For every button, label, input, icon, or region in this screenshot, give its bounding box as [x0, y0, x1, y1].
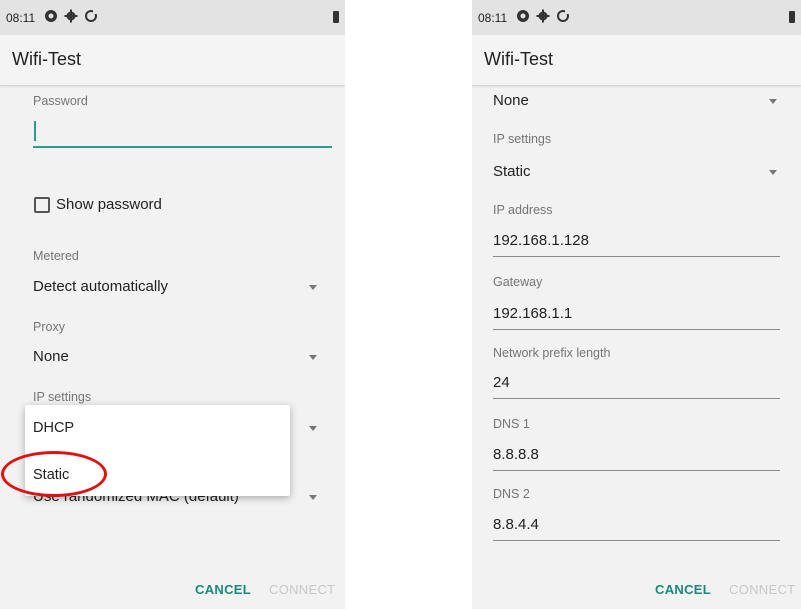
battery-icon [333, 11, 339, 23]
prefix-length-value: 24 [493, 374, 510, 391]
text-cursor [34, 121, 36, 141]
highlight-circle [1, 451, 107, 497]
wifi-dialog-content: Password Show password Metered Detect au… [0, 86, 345, 609]
settings-icon [536, 9, 550, 23]
status-time: 08:11 [6, 11, 36, 25]
dropdown-option-dhcp[interactable]: DHCP [33, 420, 74, 436]
dns1-field[interactable]: 8.8.8.8 [493, 444, 780, 472]
gateway-label: Gateway [493, 275, 543, 289]
sync-icon [84, 9, 98, 23]
cancel-button[interactable]: CANCEL [655, 582, 711, 597]
page-title: Wifi-Test [12, 49, 81, 69]
password-label: Password [33, 94, 88, 108]
sync-icon [556, 9, 570, 23]
ip-settings-label: IP settings [493, 132, 552, 146]
field-underline [493, 470, 780, 471]
metered-select[interactable]: Detect automatically [33, 276, 323, 300]
ip-address-field[interactable]: 192.168.1.128 [493, 230, 780, 258]
proxy-value: None [493, 92, 529, 109]
dropdown-arrow-icon [309, 426, 317, 431]
dns2-field[interactable]: 8.8.4.4 [493, 514, 780, 542]
proxy-select[interactable]: None [33, 346, 323, 370]
prefix-length-label: Network prefix length [493, 346, 611, 360]
password-underline [33, 146, 332, 148]
right-phone-screen: 08:11 Wifi-Test None IP settings Static … [472, 0, 801, 609]
cancel-button[interactable]: CANCEL [195, 582, 251, 597]
field-underline [493, 329, 780, 330]
page-title: Wifi-Test [484, 49, 553, 69]
dns2-label: DNS 2 [493, 487, 530, 501]
status-bar: 08:11 [0, 0, 345, 35]
ip-address-value: 192.168.1.128 [493, 232, 589, 249]
ip-settings-value: Static [493, 163, 531, 180]
app-bar: Wifi-Test [0, 35, 345, 86]
dropdown-arrow-icon [309, 285, 317, 290]
connect-button[interactable]: CONNECT [269, 582, 335, 597]
left-phone-screen: 08:11 Wifi-Test Password Show password M… [0, 0, 345, 609]
proxy-value: None [33, 348, 69, 365]
prefix-length-field[interactable]: 24 [493, 372, 780, 400]
dropdown-arrow-icon [769, 99, 777, 104]
data-saver-icon [44, 9, 58, 23]
gateway-field[interactable]: 192.168.1.1 [493, 303, 780, 331]
dropdown-arrow-icon [309, 495, 317, 500]
gateway-value: 192.168.1.1 [493, 305, 573, 322]
wifi-dialog-content: None IP settings Static IP address 192.1… [472, 86, 801, 609]
ip-settings-select[interactable]: Static [493, 161, 783, 183]
settings-icon [64, 9, 78, 23]
dropdown-arrow-icon [309, 355, 317, 360]
show-password-label[interactable]: Show password [56, 196, 162, 213]
field-underline [493, 256, 780, 257]
dns1-label: DNS 1 [493, 417, 530, 431]
status-time: 08:11 [478, 11, 508, 25]
app-bar: Wifi-Test [472, 35, 801, 86]
ip-settings-label: IP settings [33, 390, 92, 404]
status-bar: 08:11 [472, 0, 801, 35]
metered-label: Metered [33, 249, 79, 263]
connect-button[interactable]: CONNECT [729, 582, 795, 597]
battery-icon [789, 11, 795, 23]
data-saver-icon [516, 9, 530, 23]
ip-address-label: IP address [493, 203, 553, 217]
field-underline [493, 398, 780, 399]
dns1-value: 8.8.8.8 [493, 446, 539, 463]
proxy-label: Proxy [33, 320, 65, 334]
metered-value: Detect automatically [33, 278, 169, 295]
password-field[interactable] [33, 120, 332, 150]
field-underline [493, 540, 780, 541]
dropdown-arrow-icon [769, 170, 777, 175]
dns2-value: 8.8.4.4 [493, 516, 539, 533]
proxy-select[interactable]: None [493, 90, 783, 112]
show-password-checkbox[interactable] [34, 197, 50, 213]
